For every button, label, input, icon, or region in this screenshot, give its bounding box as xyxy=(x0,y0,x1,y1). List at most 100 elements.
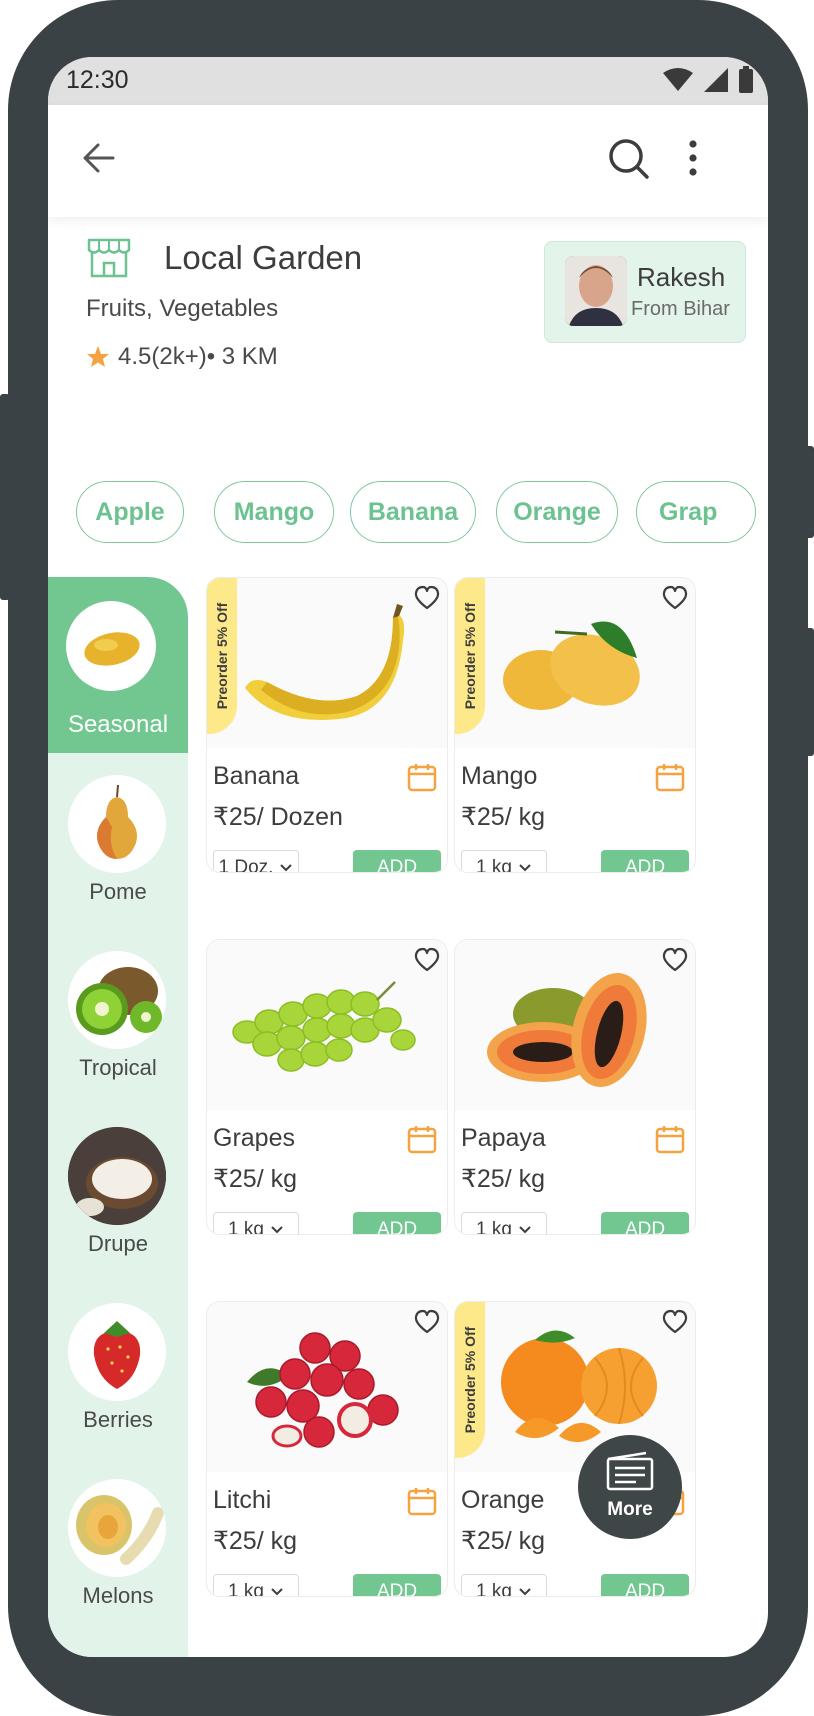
sidebar-item-pome[interactable]: Pome xyxy=(48,753,188,929)
store-name: Local Garden xyxy=(164,239,363,276)
add-button[interactable]: ADD xyxy=(601,850,689,872)
preorder-badge-text: Preorder 5% Off xyxy=(462,602,478,710)
add-button[interactable]: ADD xyxy=(353,1212,441,1234)
product-price: ₹25/ Dozen xyxy=(213,803,343,831)
heart-icon[interactable] xyxy=(413,1308,441,1336)
sidebar-label-seasonal: Seasonal xyxy=(67,711,169,738)
add-button[interactable]: ADD xyxy=(601,1212,689,1234)
chip-apple[interactable]: Apple xyxy=(76,481,184,543)
chip-mango[interactable]: Mango xyxy=(214,481,334,543)
more-fab-label: More xyxy=(607,1499,653,1520)
sidebar-item-berries[interactable]: Berries xyxy=(48,1281,188,1457)
heart-icon[interactable] xyxy=(661,584,689,612)
product-name: Mango xyxy=(461,762,538,790)
litchi-image xyxy=(247,1332,399,1448)
sidebar-label-melons: Melons xyxy=(82,1583,154,1608)
signal-icon xyxy=(704,68,728,92)
pear-image xyxy=(68,775,166,873)
product-image-area xyxy=(455,578,695,748)
store-categories: Fruits, Vegetables xyxy=(86,295,279,322)
heart-icon[interactable] xyxy=(661,946,689,974)
category-chips: Apple Mango Banana Orange Grap xyxy=(48,481,768,551)
sidebar-label-pome: Pome xyxy=(89,879,147,904)
melon-image xyxy=(68,1479,166,1577)
calendar-icon[interactable] xyxy=(407,1124,437,1154)
product-image-area xyxy=(455,940,695,1110)
add-button[interactable]: ADD xyxy=(353,1574,441,1596)
product-card-banana[interactable]: Preorder 5% Off Banana ₹25/ Dozen 1 Doz.… xyxy=(206,577,448,873)
owner-location: From Bihar xyxy=(631,298,730,320)
preorder-badge: Preorder 5% Off xyxy=(455,578,485,734)
status-time: 12:30 xyxy=(66,66,129,94)
product-name: Papaya xyxy=(461,1124,546,1152)
search-icon[interactable] xyxy=(608,138,650,180)
papaya-image xyxy=(487,973,647,1087)
add-button[interactable]: ADD xyxy=(353,850,441,872)
calendar-icon[interactable] xyxy=(655,1124,685,1154)
preorder-badge-text: Preorder 5% Off xyxy=(462,1326,478,1434)
newspaper-icon xyxy=(606,1451,654,1491)
chevron-down-icon xyxy=(519,864,531,872)
sidebar-item-drupe[interactable]: Drupe xyxy=(48,1105,188,1281)
chevron-down-icon xyxy=(519,1226,531,1234)
product-card-mango[interactable]: Preorder 5% Off Mango ₹25/ kg 1 kg ADD xyxy=(454,577,696,873)
quantity-value: 1 kg xyxy=(476,857,512,873)
category-sidebar: Seasonal Pome Tropical Drupe Berries Mel… xyxy=(48,577,188,1657)
app-bar xyxy=(48,105,768,217)
quantity-select[interactable]: 1 kg xyxy=(461,1212,547,1235)
calendar-icon[interactable] xyxy=(407,1486,437,1516)
quantity-value: 1 Doz. xyxy=(218,857,274,873)
chip-banana[interactable]: Banana xyxy=(350,481,476,543)
calendar-icon[interactable] xyxy=(407,762,437,792)
quantity-select[interactable]: 1 kg xyxy=(213,1574,299,1597)
quantity-value: 1 kg xyxy=(476,1219,512,1235)
sidebar-label-tropical: Tropical xyxy=(79,1055,157,1080)
product-image-area xyxy=(207,940,447,1110)
heart-icon[interactable] xyxy=(413,946,441,974)
store-icon xyxy=(87,238,131,278)
chip-orange[interactable]: Orange xyxy=(496,481,618,543)
sidebar-item-tropical[interactable]: Tropical xyxy=(48,929,188,1105)
sidebar-item-seasonal[interactable]: Seasonal xyxy=(48,577,188,753)
battery-icon xyxy=(739,66,753,93)
phone-side-button-right-top xyxy=(804,446,814,538)
wifi-icon xyxy=(663,68,693,91)
add-button[interactable]: ADD xyxy=(601,1574,689,1596)
owner-name: Rakesh xyxy=(637,262,726,292)
status-icons xyxy=(662,66,754,94)
quantity-select[interactable]: 1 kg xyxy=(461,1574,547,1597)
kiwi-image xyxy=(68,951,166,1049)
product-card-papaya[interactable]: Papaya ₹25/ kg 1 kg ADD xyxy=(454,939,696,1235)
status-bar: 12:30 xyxy=(48,57,768,105)
chevron-down-icon xyxy=(271,1588,283,1596)
arrow-left-icon[interactable] xyxy=(82,141,116,175)
quantity-value: 1 kg xyxy=(476,1581,512,1597)
banana-image xyxy=(245,604,405,720)
quantity-select[interactable]: 1 kg xyxy=(213,1212,299,1234)
store-header: Local Garden Fruits, Vegetables 4.5(2k+)… xyxy=(48,217,768,477)
chevron-down-icon xyxy=(519,1588,531,1596)
rating-text: 4.5(2k+)• 3 KM xyxy=(118,343,278,370)
preorder-badge-text: Preorder 5% Off xyxy=(214,602,230,710)
owner-card[interactable]: Rakesh From Bihar xyxy=(544,241,746,343)
product-name: Grapes xyxy=(213,1124,295,1152)
screen: 12:30 Local Garden Fruits, Vegetables 4.… xyxy=(48,57,768,1657)
coconut-image xyxy=(68,1127,166,1225)
product-card-litchi[interactable]: Litchi ₹25/ kg 1 kg ADD xyxy=(206,1301,448,1597)
more-fab-button[interactable]: More xyxy=(578,1435,682,1539)
phone-frame: 12:30 Local Garden Fruits, Vegetables 4.… xyxy=(8,0,808,1716)
product-card-grapes[interactable]: Grapes ₹25/ kg 1 kg ADD xyxy=(206,939,448,1235)
sidebar-label-drupe: Drupe xyxy=(88,1231,148,1256)
sidebar-item-melons[interactable]: Melons xyxy=(48,1457,188,1633)
heart-icon[interactable] xyxy=(661,1308,689,1336)
product-price: ₹25/ kg xyxy=(213,1165,298,1193)
more-vertical-icon[interactable] xyxy=(686,138,700,178)
quantity-select[interactable]: 1 kg xyxy=(461,850,547,873)
chevron-down-icon xyxy=(271,1226,283,1234)
quantity-value: 1 kg xyxy=(228,1581,264,1597)
heart-icon[interactable] xyxy=(413,584,441,612)
chip-grapes[interactable]: Grap xyxy=(636,481,756,543)
calendar-icon[interactable] xyxy=(655,762,685,792)
quantity-select[interactable]: 1 Doz. xyxy=(213,850,299,873)
store-rating: 4.5(2k+)• 3 KM xyxy=(86,343,278,371)
